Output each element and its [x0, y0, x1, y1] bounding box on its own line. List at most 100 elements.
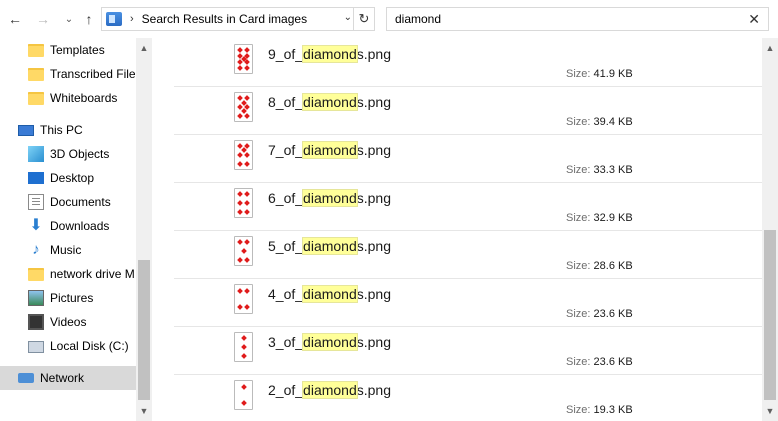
sidebar-item-videos[interactable]: Videos: [0, 310, 136, 334]
file-name-prefix: 3_of_: [268, 334, 304, 350]
file-name-suffix: s.png: [356, 382, 391, 398]
sidebar-item-3d-objects[interactable]: 3D Objects: [0, 142, 136, 166]
diamond-pip-icon: [244, 209, 250, 215]
diamond-pip-icon: [237, 257, 243, 263]
file-name[interactable]: 4_of_diamonds.png: [268, 285, 391, 303]
path-box[interactable]: › Search Results in Card images ⌄ ↻: [101, 7, 375, 31]
sidebar-item-label: Videos: [50, 315, 87, 329]
disk-icon: [28, 341, 44, 353]
diamond-pip-icon: [237, 304, 243, 310]
row-divider: [174, 374, 762, 375]
file-size-label: Size:: [566, 308, 591, 320]
search-input[interactable]: [393, 11, 737, 27]
file-name[interactable]: 2_of_diamonds.png: [268, 381, 391, 399]
file-size-value: 28.6 KB: [593, 260, 633, 272]
scroll-up-icon[interactable]: ▲: [136, 40, 152, 56]
sidebar-item-label: network drive M: [50, 267, 135, 281]
file-name-prefix: 8_of_: [268, 94, 304, 110]
file-name[interactable]: 5_of_diamonds.png: [268, 237, 391, 255]
up-button[interactable]: ↑: [80, 9, 98, 29]
file-row[interactable]: 2_of_diamonds.png Size: 19.3 KB: [174, 374, 762, 421]
diamond-pip-icon: [244, 288, 250, 294]
diamond-pip-icon: [244, 200, 250, 206]
diamond-pip-icon: [244, 152, 250, 158]
folder-icon: [28, 268, 44, 281]
diamond-pip-icon: [244, 257, 250, 263]
file-size: Size: 32.9 KB: [566, 212, 633, 224]
navigation-scrollbar[interactable]: ▲ ▼: [136, 38, 152, 421]
forward-button[interactable]: →: [34, 9, 52, 29]
sidebar-item-whiteboards[interactable]: Whiteboards: [0, 86, 136, 110]
file-name[interactable]: 9_of_diamonds.png: [268, 45, 391, 63]
recent-locations-button[interactable]: ⌄: [60, 9, 78, 29]
sidebar-item-label: Downloads: [50, 219, 110, 233]
search-box[interactable]: ✕: [386, 7, 769, 31]
sidebar-item-network-drive-m[interactable]: network drive M: [0, 262, 136, 286]
file-row[interactable]: 7_of_diamonds.png Size: 33.3 KB: [174, 134, 762, 186]
sidebar-item-desktop[interactable]: Desktop: [0, 166, 136, 190]
card-thumbnail-icon: [234, 236, 253, 266]
sidebar-item-templates[interactable]: Templates: [0, 38, 136, 62]
sidebar-item-downloads[interactable]: ⬇ Downloads: [0, 214, 136, 238]
path-dropdown-icon[interactable]: ⌄: [344, 12, 352, 23]
card-thumbnail-icon: [234, 332, 253, 362]
file-name-suffix: s.png: [356, 142, 391, 158]
diamond-pip-icon: [240, 248, 247, 254]
picture-icon: [28, 290, 44, 306]
sidebar-item-label: Whiteboards: [50, 91, 118, 105]
diamond-pip-icon: [244, 304, 250, 310]
file-size: Size: 23.6 KB: [566, 308, 633, 320]
diamond-pip-icon: [237, 239, 243, 245]
file-size-value: 19.3 KB: [593, 404, 633, 416]
sidebar-item-label: Documents: [50, 195, 111, 209]
sidebar-item-network[interactable]: Network: [0, 366, 136, 390]
search-match-highlight: diamond: [302, 189, 358, 207]
scroll-up-icon[interactable]: ▲: [762, 40, 778, 56]
card-thumbnail-icon: [234, 92, 253, 122]
diamond-pip-icon: [244, 95, 250, 101]
diamond-pip-icon: [240, 353, 247, 359]
file-list-scrollbar[interactable]: ▲ ▼: [762, 38, 778, 421]
file-name[interactable]: 6_of_diamonds.png: [268, 189, 391, 207]
sidebar-item-local-disk-c[interactable]: Local Disk (C:): [0, 334, 136, 358]
file-row[interactable]: 8_of_diamonds.png Size: 39.4 KB: [174, 86, 762, 138]
file-row[interactable]: 4_of_diamonds.png Size: 23.6 KB: [174, 278, 762, 330]
address-bar: ← → ⌄ ↑ › Search Results in Card images …: [0, 0, 778, 38]
folder-icon: [28, 68, 44, 81]
sidebar-item-pictures[interactable]: Pictures: [0, 286, 136, 310]
file-row[interactable]: 3_of_diamonds.png Size: 23.6 KB: [174, 326, 762, 378]
sidebar-item-label: Pictures: [50, 291, 94, 305]
refresh-button[interactable]: ↻: [353, 8, 374, 30]
scroll-down-icon[interactable]: ▼: [136, 403, 152, 419]
clear-search-button[interactable]: ✕: [748, 11, 760, 28]
row-divider: [174, 182, 762, 183]
card-thumbnail-icon: [234, 188, 253, 218]
arrow-up-icon: ↑: [85, 11, 93, 27]
path-text[interactable]: Search Results in Card images: [142, 12, 307, 26]
file-name-suffix: s.png: [356, 238, 391, 254]
file-size-label: Size:: [566, 68, 591, 80]
file-row[interactable]: 6_of_diamonds.png Size: 32.9 KB: [174, 182, 762, 234]
file-name-suffix: s.png: [356, 334, 391, 350]
sidebar-item-transcribed-files[interactable]: Transcribed Files: [0, 62, 136, 86]
search-match-highlight: diamond: [302, 285, 358, 303]
sidebar-item-this-pc[interactable]: This PC: [0, 118, 136, 142]
sidebar-item-documents[interactable]: Documents: [0, 190, 136, 214]
back-button[interactable]: ←: [6, 9, 24, 29]
file-size-value: 23.6 KB: [593, 356, 633, 368]
file-row[interactable]: 9_of_diamonds.png Size: 41.9 KB: [174, 42, 762, 90]
file-list-scrollbar-thumb[interactable]: [764, 230, 776, 400]
diamond-pip-icon: [244, 47, 250, 53]
card-thumbnail-icon: [234, 284, 253, 314]
navigation-scrollbar-thumb[interactable]: [138, 260, 150, 400]
diamond-pip-icon: [244, 239, 250, 245]
scroll-down-icon[interactable]: ▼: [762, 403, 778, 419]
diamond-pip-icon: [237, 95, 243, 101]
file-name[interactable]: 8_of_diamonds.png: [268, 93, 391, 111]
diamond-pip-icon: [244, 59, 250, 65]
sidebar-item-music[interactable]: ♪ Music: [0, 238, 136, 262]
file-row[interactable]: 5_of_diamonds.png Size: 28.6 KB: [174, 230, 762, 282]
file-name[interactable]: 7_of_diamonds.png: [268, 141, 391, 159]
path-separator[interactable]: ›: [130, 13, 134, 25]
file-name[interactable]: 3_of_diamonds.png: [268, 333, 391, 351]
